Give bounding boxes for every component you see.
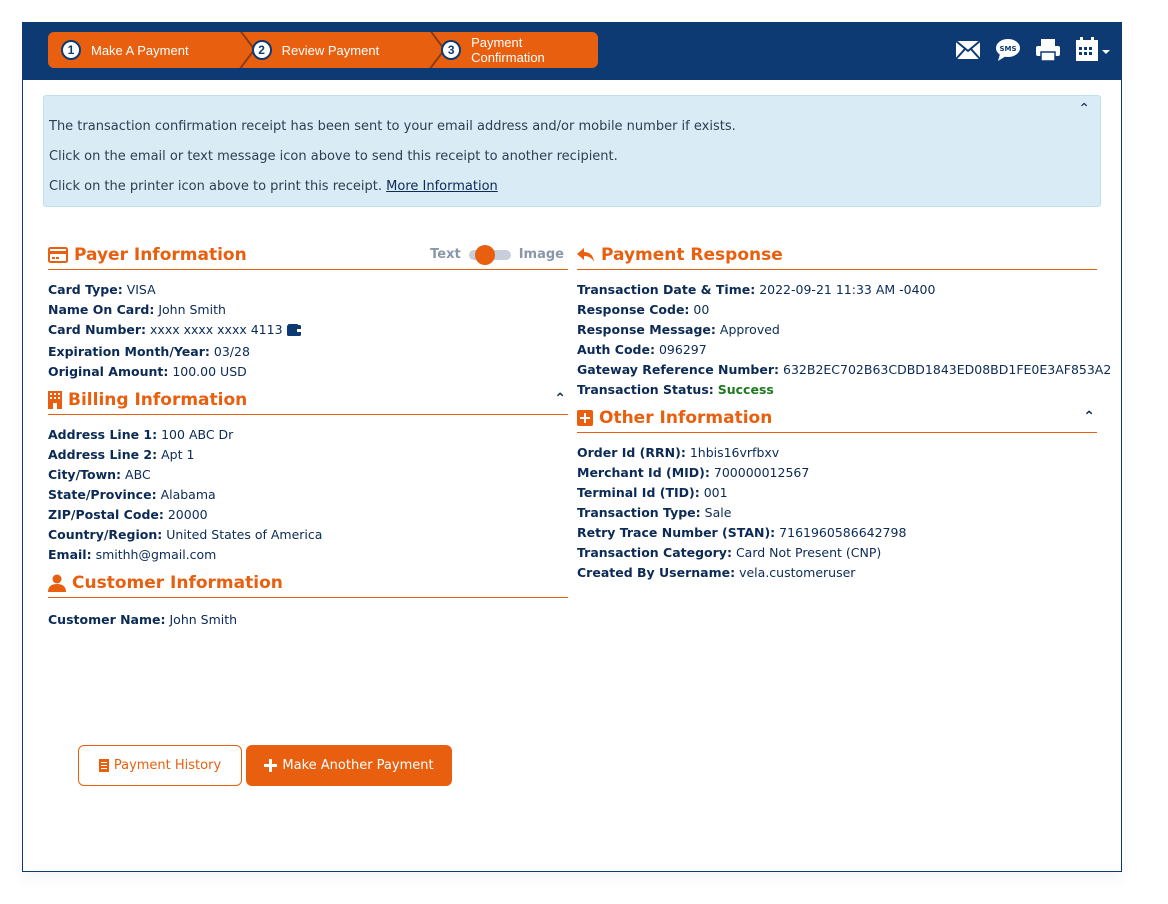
button-label: Payment History <box>113 758 222 773</box>
step-number: 3 <box>441 40 462 60</box>
field-city: City/Town: ABC <box>48 467 151 482</box>
field-zip: ZIP/Postal Code: 20000 <box>48 507 208 522</box>
step-label: Make A Payment <box>91 42 189 58</box>
chevron-up-icon[interactable]: ⌃ <box>1078 101 1090 117</box>
field-expiration: Expiration Month/Year: 03/28 <box>48 344 250 359</box>
step-payment-confirmation[interactable]: 3 Payment Confirmation <box>441 32 598 68</box>
page-frame: 1 Make A Payment 2 Review Payment 3 Paym… <box>22 22 1122 872</box>
wizard-steps: 1 Make A Payment 2 Review Payment 3 Paym… <box>48 32 598 68</box>
step-label: Review Payment <box>281 42 380 58</box>
step-number: 2 <box>251 40 272 60</box>
field-gateway-reference: Gateway Reference Number: 632B2EC702B63C… <box>577 362 1112 377</box>
more-information-link[interactable]: More Information <box>386 179 498 194</box>
toggle-switch[interactable] <box>468 244 511 265</box>
customer-fields: Customer Name: John Smith <box>48 598 568 634</box>
section-title: Payer Information <box>74 245 247 265</box>
section-title: Billing Information <box>68 390 248 410</box>
field-customer-name: Customer Name: John Smith <box>48 612 238 627</box>
confirmation-alert: ⌃ The transaction confirmation receipt h… <box>43 95 1101 207</box>
response-fields: Transaction Date & Time: 2022-09-21 11:3… <box>577 270 1112 404</box>
status-badge: Success <box>717 382 774 397</box>
field-card-type: Card Type: VISA <box>48 282 156 297</box>
step-review-payment[interactable]: 2 Review Payment <box>251 32 422 68</box>
field-card-number: Card Number: xxxx xxxx xxxx 4113 <box>48 320 568 342</box>
receipt-icon <box>98 759 109 772</box>
user-icon <box>48 574 66 592</box>
step-separator <box>232 32 252 68</box>
calendar-icon[interactable] <box>1075 37 1111 63</box>
section-title: Customer Information <box>72 573 283 593</box>
field-response-code: Response Code: 00 <box>577 302 710 317</box>
top-bar: 1 Make A Payment 2 Review Payment 3 Paym… <box>23 23 1121 80</box>
field-transaction-type: Transaction Type: Sale <box>577 505 732 520</box>
field-transaction-status: Transaction Status: Success <box>577 382 774 397</box>
field-auth-code: Auth Code: 096297 <box>577 342 707 357</box>
alert-line: Click on the printer icon above to print… <box>49 179 498 194</box>
other-fields: Order Id (RRN): 1hbis16vrfbxv Merchant I… <box>577 433 1097 587</box>
plus-icon <box>264 759 278 772</box>
alert-line: Click on the email or text message icon … <box>49 149 618 164</box>
section-title: Other Information <box>599 408 773 428</box>
email-icon[interactable] <box>955 40 981 60</box>
field-response-message: Response Message: Approved <box>577 322 780 337</box>
field-address-line-2: Address Line 2: Apt 1 <box>48 447 195 462</box>
section-title: Payment Response <box>601 245 783 265</box>
other-information-header: Other Information ⌃ <box>577 404 1097 433</box>
right-column: Payment Response Transaction Date & Time… <box>577 241 1112 587</box>
payment-history-button[interactable]: Payment History <box>78 745 242 786</box>
toggle-knob <box>474 244 495 265</box>
toolbar-icons: SMS <box>955 37 1111 63</box>
step-make-payment[interactable]: 1 Make A Payment <box>48 32 232 68</box>
field-merchant-id: Merchant Id (MID): 700000012567 <box>577 465 810 480</box>
chevron-up-icon[interactable]: ⌃ <box>1083 409 1095 425</box>
toggle-label-text: Text <box>430 247 461 262</box>
field-email: Email: smithh@gmail.com <box>48 547 217 562</box>
left-column: Payer Information Text Image Card Type: … <box>48 241 568 634</box>
alert-line: The transaction confirmation receipt has… <box>49 119 736 134</box>
field-created-by: Created By Username: vela.customeruser <box>577 565 856 580</box>
chevron-up-icon[interactable]: ⌃ <box>554 391 566 407</box>
field-state: State/Province: Alabama <box>48 487 216 502</box>
step-label: Payment Confirmation <box>471 35 545 65</box>
svg-text:SMS: SMS <box>999 45 1016 53</box>
payer-information-header: Payer Information Text Image <box>48 241 568 270</box>
field-order-id: Order Id (RRN): 1hbis16vrfbxv <box>577 445 780 460</box>
field-stan: Retry Trace Number (STAN): 7161960586642… <box>577 525 907 540</box>
make-another-payment-button[interactable]: Make Another Payment <box>246 745 452 786</box>
field-original-amount: Original Amount: 100.00 USD <box>48 364 247 379</box>
step-number: 1 <box>61 40 81 60</box>
payer-fields: Card Type: VISA Name On Card: John Smith… <box>48 270 568 386</box>
field-terminal-id: Terminal Id (TID): 001 <box>577 485 728 500</box>
toggle-label-image: Image <box>518 247 564 262</box>
credit-card-icon <box>48 247 68 263</box>
button-label: Make Another Payment <box>282 758 434 773</box>
customer-information-header: Customer Information <box>48 569 568 598</box>
field-transaction-category: Transaction Category: Card Not Present (… <box>577 545 882 560</box>
reply-icon <box>577 247 595 263</box>
payment-response-header: Payment Response <box>577 241 1097 270</box>
sms-icon[interactable]: SMS <box>995 38 1021 62</box>
building-icon <box>48 391 62 409</box>
field-name-on-card: Name On Card: John Smith <box>48 302 226 317</box>
field-address-line-1: Address Line 1: 100 ABC Dr <box>48 427 234 442</box>
field-country: Country/Region: United States of America <box>48 527 323 542</box>
printer-icon[interactable] <box>1035 38 1061 62</box>
billing-information-header: Billing Information ⌃ <box>48 386 568 415</box>
step-separator <box>422 32 442 68</box>
field-transaction-datetime: Transaction Date & Time: 2022-09-21 11:3… <box>577 282 936 297</box>
billing-fields: Address Line 1: 100 ABC Dr Address Line … <box>48 415 568 569</box>
plus-square-icon <box>577 410 593 426</box>
text-image-toggle: Text Image <box>430 244 564 265</box>
wallet-icon[interactable] <box>286 322 301 342</box>
